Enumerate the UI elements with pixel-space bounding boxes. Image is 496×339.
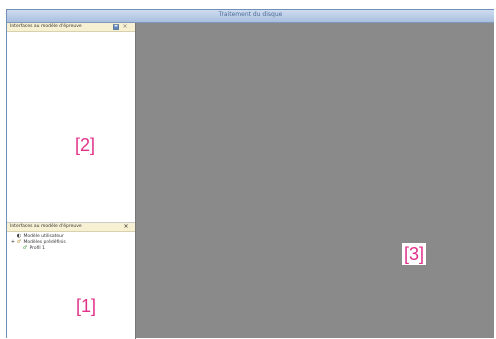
profile-icon: ♂: [22, 245, 28, 251]
callout-3: [3]: [402, 243, 427, 265]
tree-item-label: Profil 1: [29, 246, 45, 251]
top-panel-title: Interfaces au modèle d'épreuve: [10, 24, 82, 29]
top-panel: Interfaces au modèle d'épreuve × [2]: [7, 23, 135, 220]
app-window: Traitement du disque Interfaces au modèl…: [6, 9, 494, 339]
title-bar: Traitement du disque: [7, 10, 494, 23]
tree-item-profile-1[interactable]: ♂ Profil 1: [22, 245, 45, 251]
callout-2: [2]: [75, 135, 96, 155]
top-panel-header: Interfaces au modèle d'épreuve ×: [7, 23, 135, 32]
callout-1: [1]: [76, 296, 97, 316]
window-title: Traitement du disque: [218, 11, 283, 18]
bottom-panel: Interfaces au modèle d'épreuve × ◐ Modèl…: [7, 222, 135, 339]
workspace[interactable]: [3]: [136, 23, 494, 338]
bottom-panel-header: Interfaces au modèle d'épreuve ×: [7, 223, 135, 232]
sidebar: Interfaces au modèle d'épreuve × [2] Int…: [7, 23, 136, 339]
close-icon[interactable]: ×: [122, 24, 128, 30]
bottom-panel-title: Interfaces au modèle d'épreuve: [10, 224, 82, 229]
save-icon[interactable]: [113, 24, 119, 30]
close-icon[interactable]: ×: [123, 224, 129, 230]
